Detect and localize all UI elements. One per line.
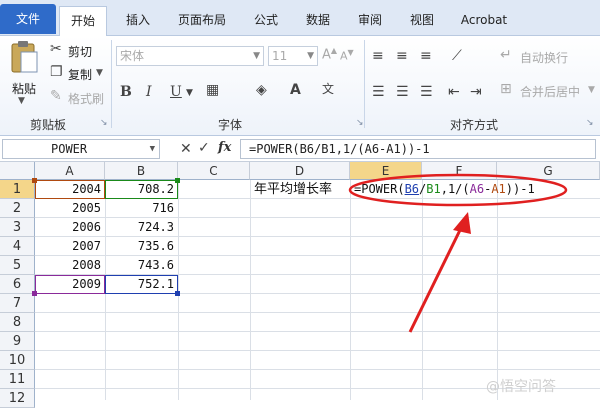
wrap-text-label: 自动换行 bbox=[520, 51, 569, 65]
spreadsheet-grid: A B C D E F G 1 2 3 4 5 6 7 8 9 10 11 12… bbox=[0, 162, 600, 408]
shrink-font-icon[interactable]: A▼ bbox=[340, 48, 354, 63]
copy-icon: ❐ bbox=[50, 64, 63, 80]
tab-review[interactable]: 审阅 bbox=[348, 6, 392, 36]
cancel-icon[interactable]: ✕ bbox=[180, 141, 192, 157]
group-separator bbox=[364, 40, 365, 128]
annotation-overlay bbox=[348, 173, 568, 333]
tab-insert[interactable]: 插入 bbox=[116, 6, 160, 36]
watermark: @悟空问答 bbox=[486, 379, 556, 395]
scissors-icon: ✂ bbox=[50, 41, 62, 57]
paste-button[interactable]: 粘贴 ▼ bbox=[6, 40, 42, 110]
ribbon: 粘贴 ▼ ✂ 剪切 ❐ 复制 ▼ ✎ 格式刷 剪贴板 ↘ 宋体 ▼ 11 ▼ A… bbox=[0, 36, 600, 136]
annotation-arrow-line bbox=[408, 223, 465, 333]
decrease-indent-icon[interactable]: ⇤ bbox=[448, 84, 460, 100]
name-box[interactable]: POWER ▼ bbox=[2, 139, 160, 159]
wrap-text-icon: ↵ bbox=[500, 47, 512, 63]
chevron-down-icon: ▼ bbox=[307, 51, 314, 61]
font-name-value: 宋体 bbox=[120, 49, 145, 63]
formula-input[interactable]: =POWER(B6/B1,1/(A6-A1))-1 bbox=[240, 139, 596, 159]
font-group-label: 字体 bbox=[218, 118, 243, 132]
paste-dropdown-icon: ▼ bbox=[18, 96, 25, 106]
ribbon-tab-bar: 文件 开始 插入 页面布局 公式 数据 审阅 视图 Acrobat bbox=[0, 0, 600, 37]
fill-color-icon[interactable]: ◈ bbox=[256, 82, 267, 98]
font-size-value: 11 bbox=[272, 49, 288, 63]
paste-icon bbox=[11, 41, 38, 73]
copy-dropdown-icon: ▼ bbox=[96, 68, 103, 78]
chevron-down-icon[interactable]: ▼ bbox=[186, 88, 193, 98]
grow-font-icon[interactable]: A▲ bbox=[322, 46, 337, 62]
font-color-icon[interactable]: A bbox=[290, 82, 301, 98]
chevron-down-icon: ▼ bbox=[588, 85, 595, 95]
align-middle-icon[interactable]: ≡ bbox=[396, 48, 408, 64]
wrap-text-button[interactable]: ↵ 自动换行 bbox=[500, 47, 596, 66]
annotation-arrow-head bbox=[453, 212, 471, 234]
tab-data[interactable]: 数据 bbox=[296, 6, 340, 36]
name-box-value: POWER bbox=[51, 142, 88, 156]
align-left-icon[interactable]: ☰ bbox=[372, 84, 385, 100]
highlight-ellipse bbox=[348, 173, 568, 207]
chevron-down-icon: ▼ bbox=[253, 51, 260, 61]
merge-center-button[interactable]: ⊞ 合并后居中 ▼ bbox=[500, 81, 600, 100]
enter-icon[interactable]: ✓ bbox=[198, 140, 210, 156]
alignment-group-label: 对齐方式 bbox=[450, 118, 499, 132]
align-right-icon[interactable]: ☰ bbox=[420, 84, 433, 100]
tab-home[interactable]: 开始 bbox=[59, 6, 107, 37]
alignment-launcher-icon[interactable]: ↘ bbox=[586, 118, 594, 128]
font-size-combo[interactable]: 11 ▼ bbox=[268, 46, 318, 66]
tab-view[interactable]: 视图 bbox=[400, 6, 444, 36]
borders-icon[interactable]: ▦ bbox=[206, 82, 219, 98]
format-painter-icon: ✎ bbox=[50, 88, 62, 104]
font-name-combo[interactable]: 宋体 ▼ bbox=[116, 46, 264, 66]
tab-acrobat[interactable]: Acrobat bbox=[452, 6, 516, 36]
copy-label: 复制 bbox=[68, 68, 93, 82]
underline-button[interactable]: U bbox=[170, 84, 182, 100]
cut-label: 剪切 bbox=[68, 45, 93, 59]
group-separator bbox=[111, 40, 112, 128]
tab-page-layout[interactable]: 页面布局 bbox=[170, 6, 234, 36]
tab-file[interactable]: 文件 bbox=[0, 4, 56, 34]
italic-button[interactable]: I bbox=[146, 84, 152, 100]
paste-label: 粘贴 bbox=[12, 82, 37, 96]
format-painter-button[interactable]: ✎ 格式刷 bbox=[50, 88, 110, 106]
merge-center-label: 合并后居中 bbox=[520, 85, 581, 99]
phonetic-icon[interactable]: 文 bbox=[322, 80, 334, 97]
insert-function-icon[interactable]: fx bbox=[218, 140, 231, 155]
cut-button[interactable]: ✂ 剪切 bbox=[50, 41, 110, 59]
formula-bar: POWER ▼ ✕ ✓ fx =POWER(B6/B1,1/(A6-A1))-1 bbox=[0, 137, 600, 162]
bold-button[interactable]: B bbox=[120, 84, 132, 100]
merge-icon: ⊞ bbox=[500, 81, 512, 97]
increase-indent-icon[interactable]: ⇥ bbox=[470, 84, 482, 100]
orientation-icon[interactable]: ⟋ bbox=[452, 48, 462, 64]
format-painter-label: 格式刷 bbox=[68, 92, 105, 106]
copy-button[interactable]: ❐ 复制 ▼ bbox=[50, 64, 110, 82]
chevron-down-icon: ▼ bbox=[149, 144, 155, 154]
align-top-icon[interactable]: ≡ bbox=[372, 48, 384, 64]
align-bottom-icon[interactable]: ≡ bbox=[420, 48, 432, 64]
clipboard-group-label: 剪贴板 bbox=[30, 118, 67, 132]
align-center-icon[interactable]: ☰ bbox=[396, 84, 409, 100]
font-launcher-icon[interactable]: ↘ bbox=[356, 118, 364, 128]
clipboard-launcher-icon[interactable]: ↘ bbox=[100, 118, 108, 128]
tab-formulas[interactable]: 公式 bbox=[244, 6, 288, 36]
